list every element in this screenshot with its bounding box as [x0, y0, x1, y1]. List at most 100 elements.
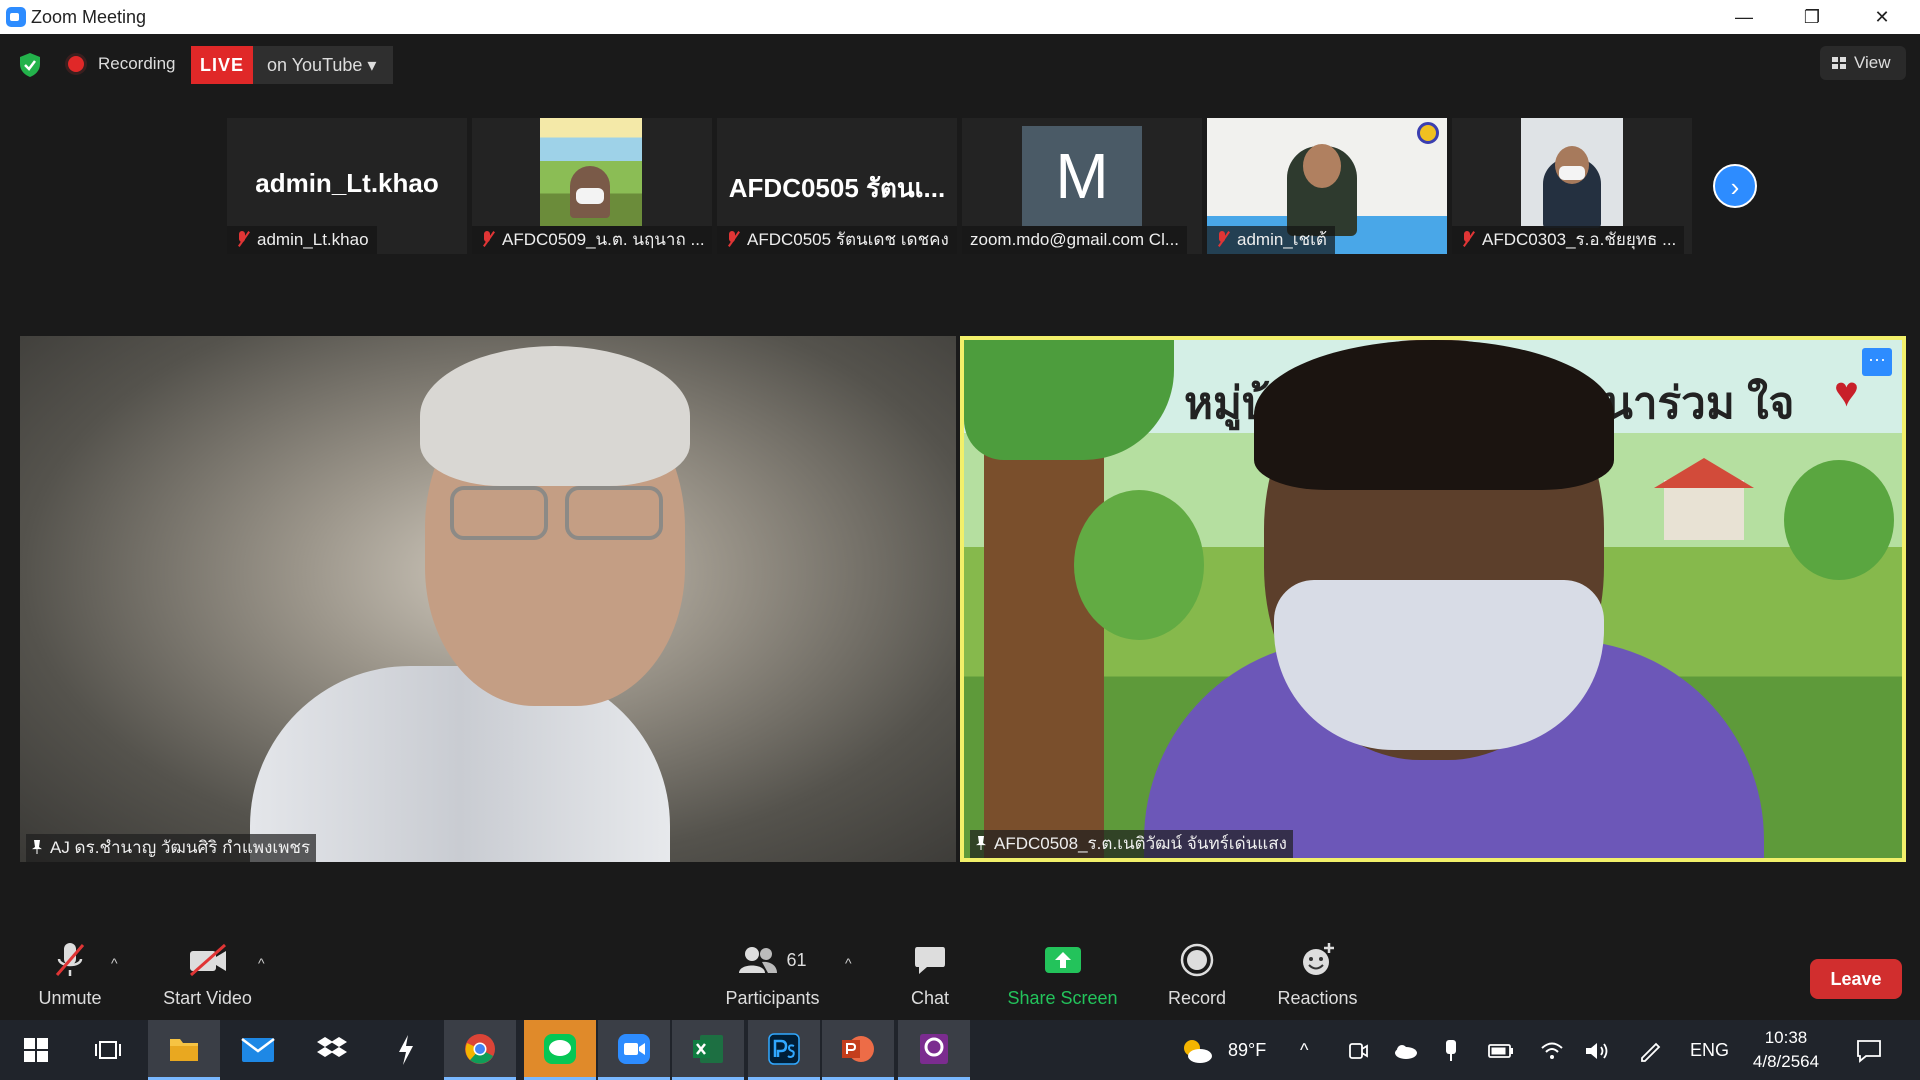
pin-icon [32, 840, 42, 854]
audio-options-caret-icon[interactable]: ^ [111, 955, 118, 971]
minimize-button[interactable]: — [1714, 0, 1774, 34]
participant-display-name: AFDC0505 รัตนเ... [728, 173, 946, 203]
participant-name-label: AFDC0509_น.ต. นฤนาถ ... [472, 226, 712, 254]
participant-video [1521, 118, 1623, 228]
reactions-button[interactable]: Reactions [1270, 940, 1365, 1009]
dropbox-icon[interactable] [296, 1020, 368, 1080]
volume-icon[interactable] [1584, 1020, 1610, 1080]
participant-video [540, 118, 642, 226]
unmute-label: Unmute [38, 988, 102, 1008]
participant-name-label: admin_Lt.khao [227, 226, 377, 254]
window-titlebar: Zoom Meeting — ❐ ✕ [0, 0, 1920, 34]
weather-icon[interactable] [1180, 1020, 1214, 1080]
mail-icon[interactable] [222, 1020, 294, 1080]
pin-icon [976, 836, 986, 850]
encryption-shield-icon[interactable] [18, 52, 42, 78]
zoom-app-icon[interactable] [598, 1020, 670, 1080]
leave-button[interactable]: Leave [1810, 959, 1902, 999]
more-options-button[interactable]: ··· [1862, 348, 1892, 376]
unmute-button[interactable]: Unmute [30, 940, 110, 1009]
participant-thumbnail[interactable]: AFDC0509_น.ต. นฤนาถ ... [472, 118, 712, 254]
app-bolt-icon[interactable] [370, 1020, 442, 1080]
maximize-button[interactable]: ❐ [1782, 0, 1842, 34]
share-screen-label: Share Screen [1007, 988, 1118, 1008]
clock[interactable]: 10:38 4/8/2564 [1746, 1026, 1826, 1074]
recording-label[interactable]: Recording [98, 54, 176, 74]
windows-start-icon[interactable] [0, 1020, 72, 1080]
muted-mic-icon [480, 231, 494, 247]
share-screen-button[interactable]: Share Screen [1005, 940, 1120, 1009]
battery-icon[interactable] [1488, 1020, 1514, 1080]
participants-button[interactable]: 61 Participants [720, 940, 825, 1009]
record-icon [1180, 943, 1214, 977]
video-off-icon [189, 943, 226, 977]
onedrive-cloud-icon[interactable] [1392, 1020, 1418, 1080]
task-view-icon[interactable] [72, 1020, 144, 1080]
chat-icon [915, 947, 945, 974]
grid-view-icon [1832, 57, 1846, 69]
live-stream-dropdown[interactable]: on YouTube ▾ [253, 46, 393, 84]
participants-label: Participants [725, 988, 820, 1008]
show-hidden-icons-chevron-icon[interactable]: ^ [1300, 1020, 1308, 1080]
participant-avatar: M [1022, 126, 1142, 226]
muted-mic-icon [1460, 231, 1474, 247]
zoom-logo-icon [6, 7, 26, 27]
powerpoint-icon[interactable] [822, 1020, 894, 1080]
excel-icon[interactable] [672, 1020, 744, 1080]
file-explorer-icon[interactable] [148, 1020, 220, 1080]
notification-center-icon[interactable] [1856, 1020, 1882, 1080]
view-label: View [1854, 53, 1891, 72]
windows-taskbar: 89°F ^ ENG 10:38 4/8/2564 [0, 1020, 1920, 1080]
muted-microphone-icon [55, 943, 85, 976]
video-name-label: AFDC0508_ร.ต.เนติวัฒน์ จันทร์เด่นแสง [970, 830, 1293, 858]
window-title: Zoom Meeting [31, 7, 147, 27]
participant-display-name: admin_Lt.khao [255, 168, 439, 198]
reactions-icon [1302, 943, 1334, 975]
participants-count: 61 [786, 949, 807, 970]
weather-temperature[interactable]: 89°F [1228, 1020, 1266, 1080]
recording-dot-icon [68, 56, 84, 72]
participant-name-label: AFDC0303_ร.อ.ชัยยุทธ ... [1452, 226, 1685, 254]
usb-device-icon[interactable] [1444, 1020, 1458, 1080]
line-app-icon[interactable] [524, 1020, 596, 1080]
participants-icon [739, 947, 778, 973]
active-speaker-video-tile[interactable]: หมู่บ้า พัฒนาร่วม ใจ ♥ ··· AFDC0508_ร.ต.… [960, 336, 1906, 862]
reactions-label: Reactions [1277, 988, 1358, 1008]
video-name-label: AJ ดร.ชำนาญ วัฒนศิริ กำแพงเพชร [26, 834, 317, 862]
muted-mic-icon [725, 231, 739, 247]
participant-thumbnail[interactable]: AFDC0505 รัตนเ... AFDC0505 รัตนเดช เดชคง [717, 118, 957, 254]
record-button[interactable]: Record [1162, 940, 1232, 1009]
start-video-button[interactable]: Start Video [155, 940, 260, 1009]
close-button[interactable]: ✕ [1852, 0, 1912, 34]
next-page-arrow-icon[interactable]: › [1713, 164, 1757, 208]
chat-label: Chat [910, 988, 950, 1008]
participants-options-caret-icon[interactable]: ^ [845, 955, 852, 971]
clock-date: 4/8/2564 [1752, 1052, 1820, 1071]
muted-mic-icon [235, 231, 249, 247]
record-label: Record [1167, 988, 1227, 1008]
clock-time: 10:38 [1764, 1028, 1808, 1047]
speaker-video-tile[interactable]: AJ ดร.ชำนาญ วัฒนศิริ กำแพงเพชร [20, 336, 956, 862]
participant-thumbnail[interactable]: admin_Lt.khao admin_Lt.khao [227, 118, 467, 254]
view-button[interactable]: View [1820, 46, 1906, 80]
participant-thumbnail[interactable]: M zoom.mdo@gmail.com Cl... [962, 118, 1202, 254]
heart-icon: ♥ [1834, 368, 1859, 415]
share-screen-icon [1044, 947, 1081, 973]
pdf-app-icon[interactable] [898, 1020, 970, 1080]
pen-input-icon[interactable] [1638, 1020, 1662, 1080]
participant-thumbnail[interactable]: admin_เชเต้ [1207, 118, 1447, 254]
chrome-icon[interactable] [444, 1020, 516, 1080]
participant-thumbnail[interactable]: AFDC0303_ร.อ.ชัยยุทธ ... [1452, 118, 1692, 254]
participant-name-label: AFDC0505 รัตนเดช เดชคง [717, 226, 957, 254]
input-language[interactable]: ENG [1690, 1020, 1729, 1080]
participant-name-label: zoom.mdo@gmail.com Cl... [962, 226, 1188, 254]
live-badge[interactable]: LIVE [191, 46, 253, 84]
muted-mic-icon [1215, 231, 1229, 247]
video-options-caret-icon[interactable]: ^ [258, 955, 265, 971]
chat-button[interactable]: Chat [900, 940, 960, 1009]
photoshop-icon[interactable] [748, 1020, 820, 1080]
participant-name-label: admin_เชเต้ [1207, 226, 1335, 254]
wifi-icon[interactable] [1540, 1020, 1564, 1080]
meet-now-icon[interactable] [1348, 1020, 1368, 1080]
start-video-label: Start Video [163, 988, 252, 1008]
